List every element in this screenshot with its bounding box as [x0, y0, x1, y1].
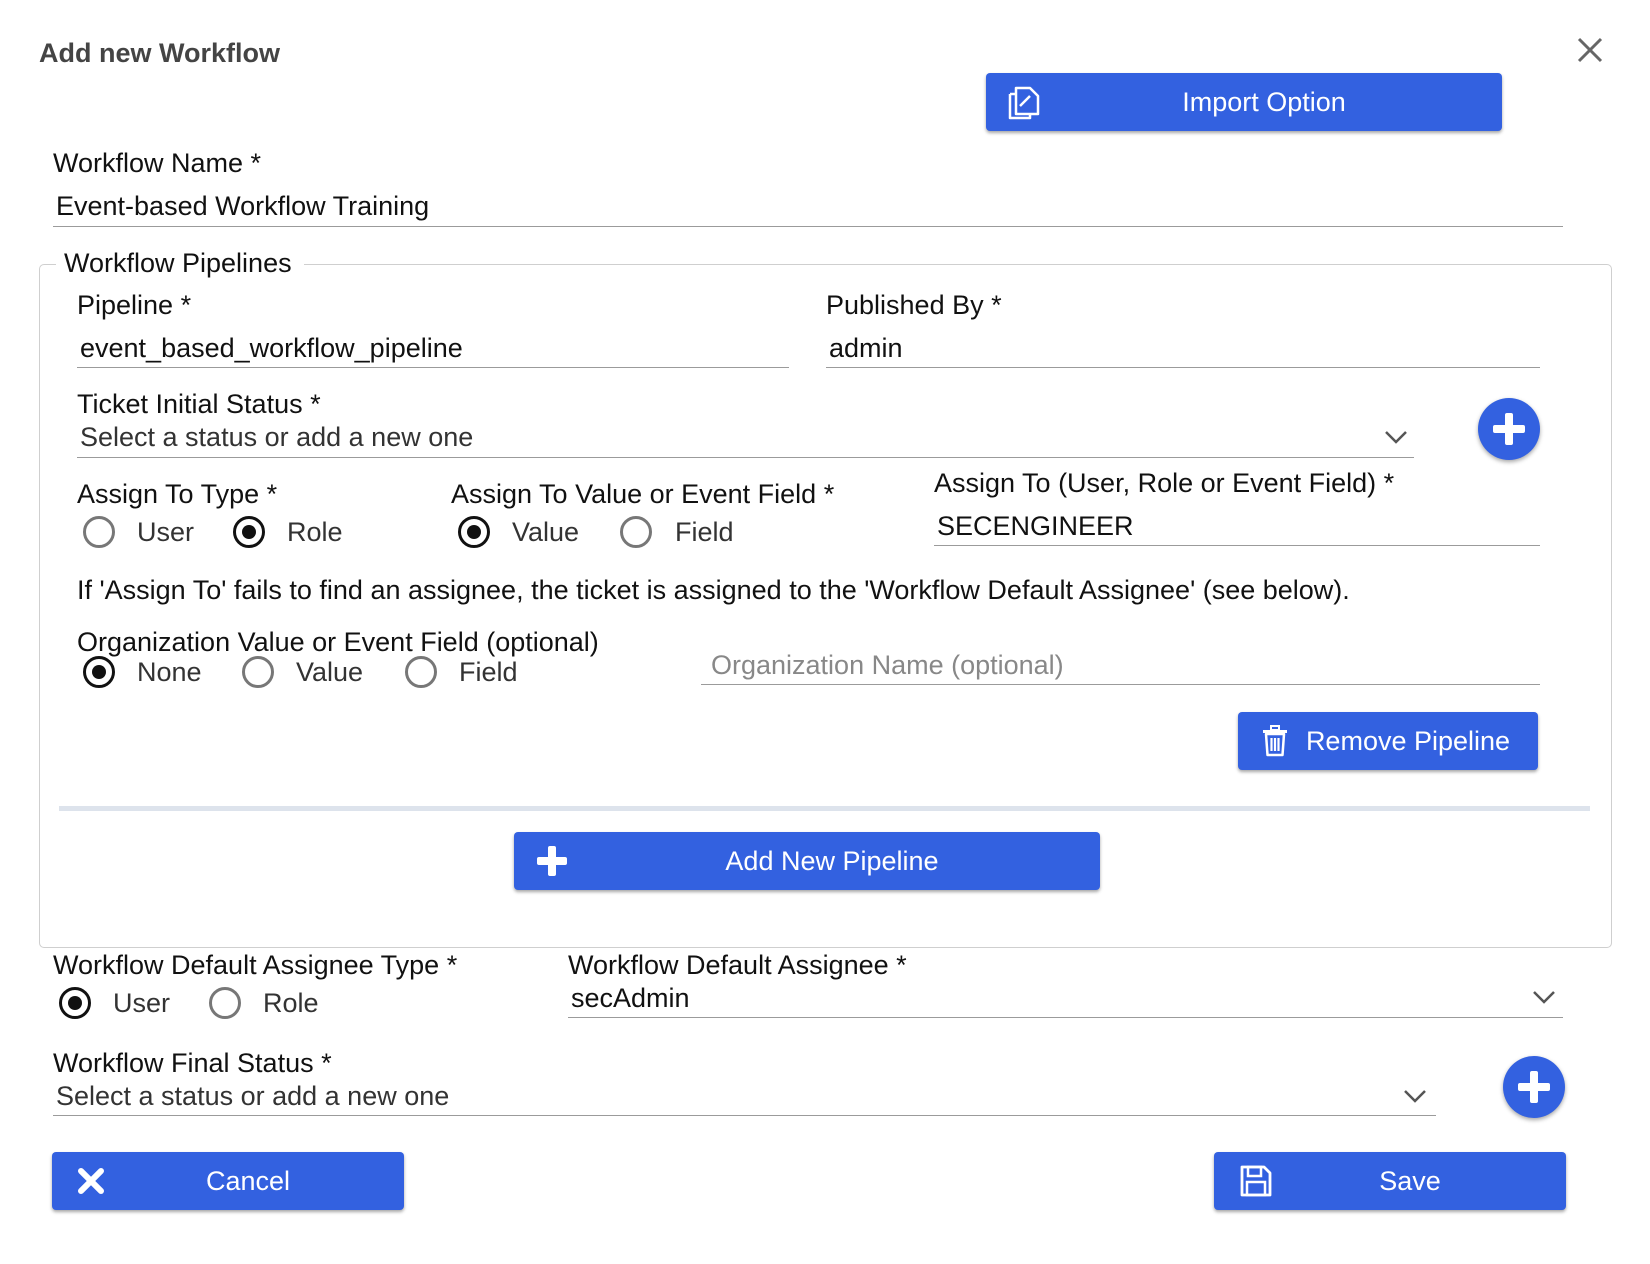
assign-to-fallback-note: If 'Assign To' fails to find an assignee…	[77, 575, 1350, 605]
chevron-down-icon[interactable]	[1402, 1087, 1428, 1105]
default-assignee-type-label: Workflow Default Assignee Type *	[53, 950, 458, 980]
assign-to-value-value-radio[interactable]	[458, 516, 490, 548]
chevron-down-icon[interactable]	[1531, 988, 1557, 1006]
default-assignee-label: Workflow Default Assignee *	[568, 950, 907, 980]
assign-to-underline	[934, 545, 1540, 546]
default-assignee-type-user-label: User	[113, 988, 171, 1018]
organization-field-radio[interactable]	[405, 656, 437, 688]
cancel-label: Cancel	[205, 1165, 291, 1196]
add-new-pipeline-label: Add New Pipeline	[725, 845, 939, 876]
save-button[interactable]: Save	[1214, 1152, 1566, 1210]
pipeline-underline	[77, 367, 789, 368]
remove-pipeline-button[interactable]: Remove Pipeline	[1238, 712, 1538, 770]
add-new-pipeline-button[interactable]: Add New Pipeline	[514, 832, 1100, 890]
import-option-label: Import Option	[1182, 86, 1346, 117]
assign-to-type-role-radio[interactable]	[233, 516, 265, 548]
dialog-title: Add new Workflow	[39, 38, 280, 68]
add-final-status-button[interactable]	[1503, 1056, 1565, 1118]
default-assignee-type-role-label: Role	[263, 988, 319, 1018]
assign-to-type-label: Assign To Type *	[77, 479, 278, 509]
close-icon	[1577, 37, 1603, 63]
workflow-name-input[interactable]: Event-based Workflow Training	[56, 191, 429, 222]
default-assignee-type-role-radio[interactable]	[209, 987, 241, 1019]
cancel-button[interactable]: Cancel	[52, 1152, 404, 1210]
final-status-select[interactable]: Select a status or add a new one	[56, 1081, 449, 1112]
published-by-underline	[826, 367, 1540, 368]
published-by-input[interactable]: admin	[829, 333, 903, 364]
close-button[interactable]	[1570, 30, 1610, 70]
pipeline-label: Pipeline *	[77, 290, 192, 320]
organization-name-underline	[701, 684, 1540, 685]
pipeline-input[interactable]: event_based_workflow_pipeline	[80, 333, 463, 364]
save-label: Save	[1379, 1165, 1441, 1196]
default-assignee-underline	[568, 1017, 1563, 1018]
published-by-label: Published By *	[826, 290, 1002, 320]
organization-value-label: Value	[296, 657, 364, 687]
ticket-initial-status-label: Ticket Initial Status *	[77, 389, 321, 419]
chevron-down-icon[interactable]	[1383, 428, 1409, 446]
default-assignee-type-user-radio[interactable]	[59, 987, 91, 1019]
assign-to-type-role-label: Role	[287, 517, 343, 547]
organization-none-label: None	[137, 657, 202, 687]
pipeline-divider	[59, 806, 1590, 811]
assign-to-value-field-radio[interactable]	[620, 516, 652, 548]
add-initial-status-button[interactable]	[1478, 398, 1540, 460]
workflow-name-label: Workflow Name *	[53, 148, 262, 178]
organization-none-radio[interactable]	[83, 656, 115, 688]
workflow-name-underline	[53, 226, 1563, 227]
assign-to-value-label: Assign To Value or Event Field *	[451, 479, 835, 509]
assign-to-type-user-label: User	[137, 517, 195, 547]
assign-to-input[interactable]: SECENGINEER	[937, 511, 1134, 542]
remove-pipeline-label: Remove Pipeline	[1305, 725, 1511, 756]
assign-to-label: Assign To (User, Role or Event Field) *	[934, 468, 1395, 498]
organization-value-radio[interactable]	[242, 656, 274, 688]
final-status-underline	[53, 1115, 1436, 1116]
organization-label: Organization Value or Event Field (optio…	[77, 627, 599, 657]
organization-name-input[interactable]: Organization Name (optional)	[711, 650, 1064, 681]
assign-to-type-user-radio[interactable]	[83, 516, 115, 548]
final-status-label: Workflow Final Status *	[53, 1048, 332, 1078]
ticket-initial-status-select[interactable]: Select a status or add a new one	[80, 422, 473, 453]
assign-to-value-field-label: Field	[675, 517, 734, 547]
default-assignee-select[interactable]: secAdmin	[571, 983, 690, 1014]
import-option-button[interactable]: Import Option	[986, 73, 1502, 131]
workflow-pipelines-legend: Workflow Pipelines	[56, 248, 304, 279]
assign-to-value-value-label: Value	[512, 517, 580, 547]
ticket-initial-status-underline	[77, 457, 1414, 458]
organization-field-label: Field	[459, 657, 518, 687]
